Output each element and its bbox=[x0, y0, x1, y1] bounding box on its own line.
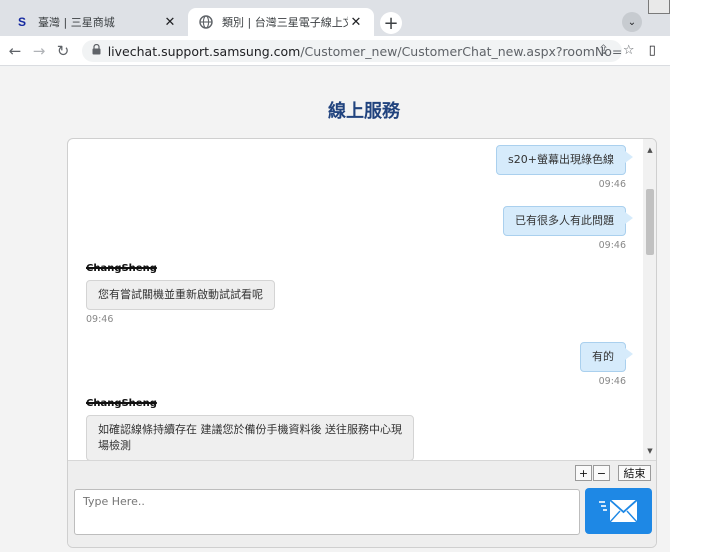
input-toolbar: + − 結束 bbox=[68, 460, 656, 484]
close-icon[interactable]: ✕ bbox=[348, 14, 364, 30]
close-icon[interactable]: ✕ bbox=[162, 14, 178, 30]
message-time: 09:46 bbox=[598, 179, 626, 190]
chat-message: ChangSheng 如確認線條持續存在 建議您於備份手機資料後 送往服務中心現… bbox=[86, 398, 414, 460]
forward-arrow-icon[interactable]: → bbox=[30, 42, 48, 60]
address-bar[interactable]: livechat.support.samsung.com /Customer_n… bbox=[82, 40, 622, 62]
agent-name: ChangSheng bbox=[86, 263, 157, 274]
message-input[interactable] bbox=[74, 489, 580, 535]
zoom-out-button[interactable]: − bbox=[593, 465, 610, 481]
chat-box: s20+螢幕出現綠色線 09:46 已有很多人有此問題 09:46 ChangS… bbox=[67, 138, 657, 548]
globe-icon bbox=[198, 14, 214, 30]
tab-livechat[interactable]: 類別 | 台灣三星電子線上文字及| ✕ bbox=[188, 8, 374, 36]
chat-scrollbar[interactable]: ▲ ▼ bbox=[643, 139, 656, 460]
send-button[interactable] bbox=[585, 488, 652, 534]
agent-name: ChangSheng bbox=[86, 398, 157, 409]
message-time: 09:46 bbox=[598, 240, 626, 251]
zoom-in-button[interactable]: + bbox=[575, 465, 592, 481]
chat-message: s20+螢幕出現綠色線 09:46 bbox=[496, 145, 626, 190]
message-bubble: 您有嘗試關機並重新啟動試試看呢 bbox=[86, 280, 275, 310]
tab-samsung-store[interactable]: S 臺灣 | 三星商城 ✕ bbox=[4, 8, 188, 36]
browser-toolbar: ← → ↻ livechat.support.samsung.com /Cust… bbox=[0, 36, 670, 66]
right-gutter bbox=[670, 0, 720, 552]
message-time: 09:46 bbox=[86, 314, 114, 325]
page-title: 線上服務 bbox=[328, 101, 400, 122]
share-icon[interactable]: ⇪ bbox=[598, 43, 609, 58]
end-chat-button[interactable]: 結束 bbox=[618, 465, 651, 481]
scroll-down-arrow-icon[interactable]: ▼ bbox=[643, 444, 656, 458]
browser-window: S 臺灣 | 三星商城 ✕ 類別 | 台灣三星電子線上文字及| ✕ + ⌄ ← … bbox=[0, 0, 670, 552]
chat-message: ChangSheng 您有嘗試關機並重新啟動試試看呢 09:46 bbox=[86, 263, 275, 325]
window-minimize-button[interactable] bbox=[648, 0, 670, 14]
page-content: 線上服務 s20+螢幕出現綠色線 09:46 已有很多人有此問題 09:46 C… bbox=[0, 67, 670, 552]
new-tab-button[interactable]: + bbox=[380, 12, 402, 34]
url-path: /Customer_new/CustomerChat_new.aspx?room… bbox=[300, 43, 622, 59]
tab-title: 類別 | 台灣三星電子線上文字及| bbox=[222, 16, 348, 29]
message-bubble: s20+螢幕出現綠色線 bbox=[496, 145, 626, 175]
scrollbar-thumb[interactable] bbox=[646, 189, 654, 255]
envelope-icon bbox=[598, 499, 638, 523]
side-panel-icon[interactable]: ▯ bbox=[649, 43, 656, 58]
message-bubble: 有的 bbox=[580, 342, 626, 372]
bookmark-star-icon[interactable]: ☆ bbox=[623, 43, 635, 58]
url-host: livechat.support.samsung.com bbox=[107, 43, 301, 59]
message-bubble: 如確認線條持續存在 建議您於備份手機資料後 送往服務中心現場檢測 bbox=[86, 415, 414, 460]
tab-search-button[interactable]: ⌄ bbox=[622, 12, 642, 32]
tab-title: 臺灣 | 三星商城 bbox=[38, 16, 115, 29]
reload-icon[interactable]: ↻ bbox=[54, 42, 72, 60]
chat-message: 有的 09:46 bbox=[580, 342, 626, 387]
message-time: 09:46 bbox=[598, 376, 626, 387]
scroll-up-arrow-icon[interactable]: ▲ bbox=[643, 143, 656, 157]
message-bubble: 已有很多人有此問題 bbox=[503, 206, 626, 236]
compose-area bbox=[68, 484, 656, 547]
tab-strip: S 臺灣 | 三星商城 ✕ 類別 | 台灣三星電子線上文字及| ✕ + ⌄ bbox=[0, 0, 670, 36]
chat-message: 已有很多人有此問題 09:46 bbox=[503, 206, 626, 251]
back-arrow-icon[interactable]: ← bbox=[6, 42, 24, 60]
samsung-s-icon: S bbox=[17, 15, 26, 29]
message-list: s20+螢幕出現綠色線 09:46 已有很多人有此問題 09:46 ChangS… bbox=[68, 139, 642, 460]
lock-icon bbox=[92, 43, 102, 58]
